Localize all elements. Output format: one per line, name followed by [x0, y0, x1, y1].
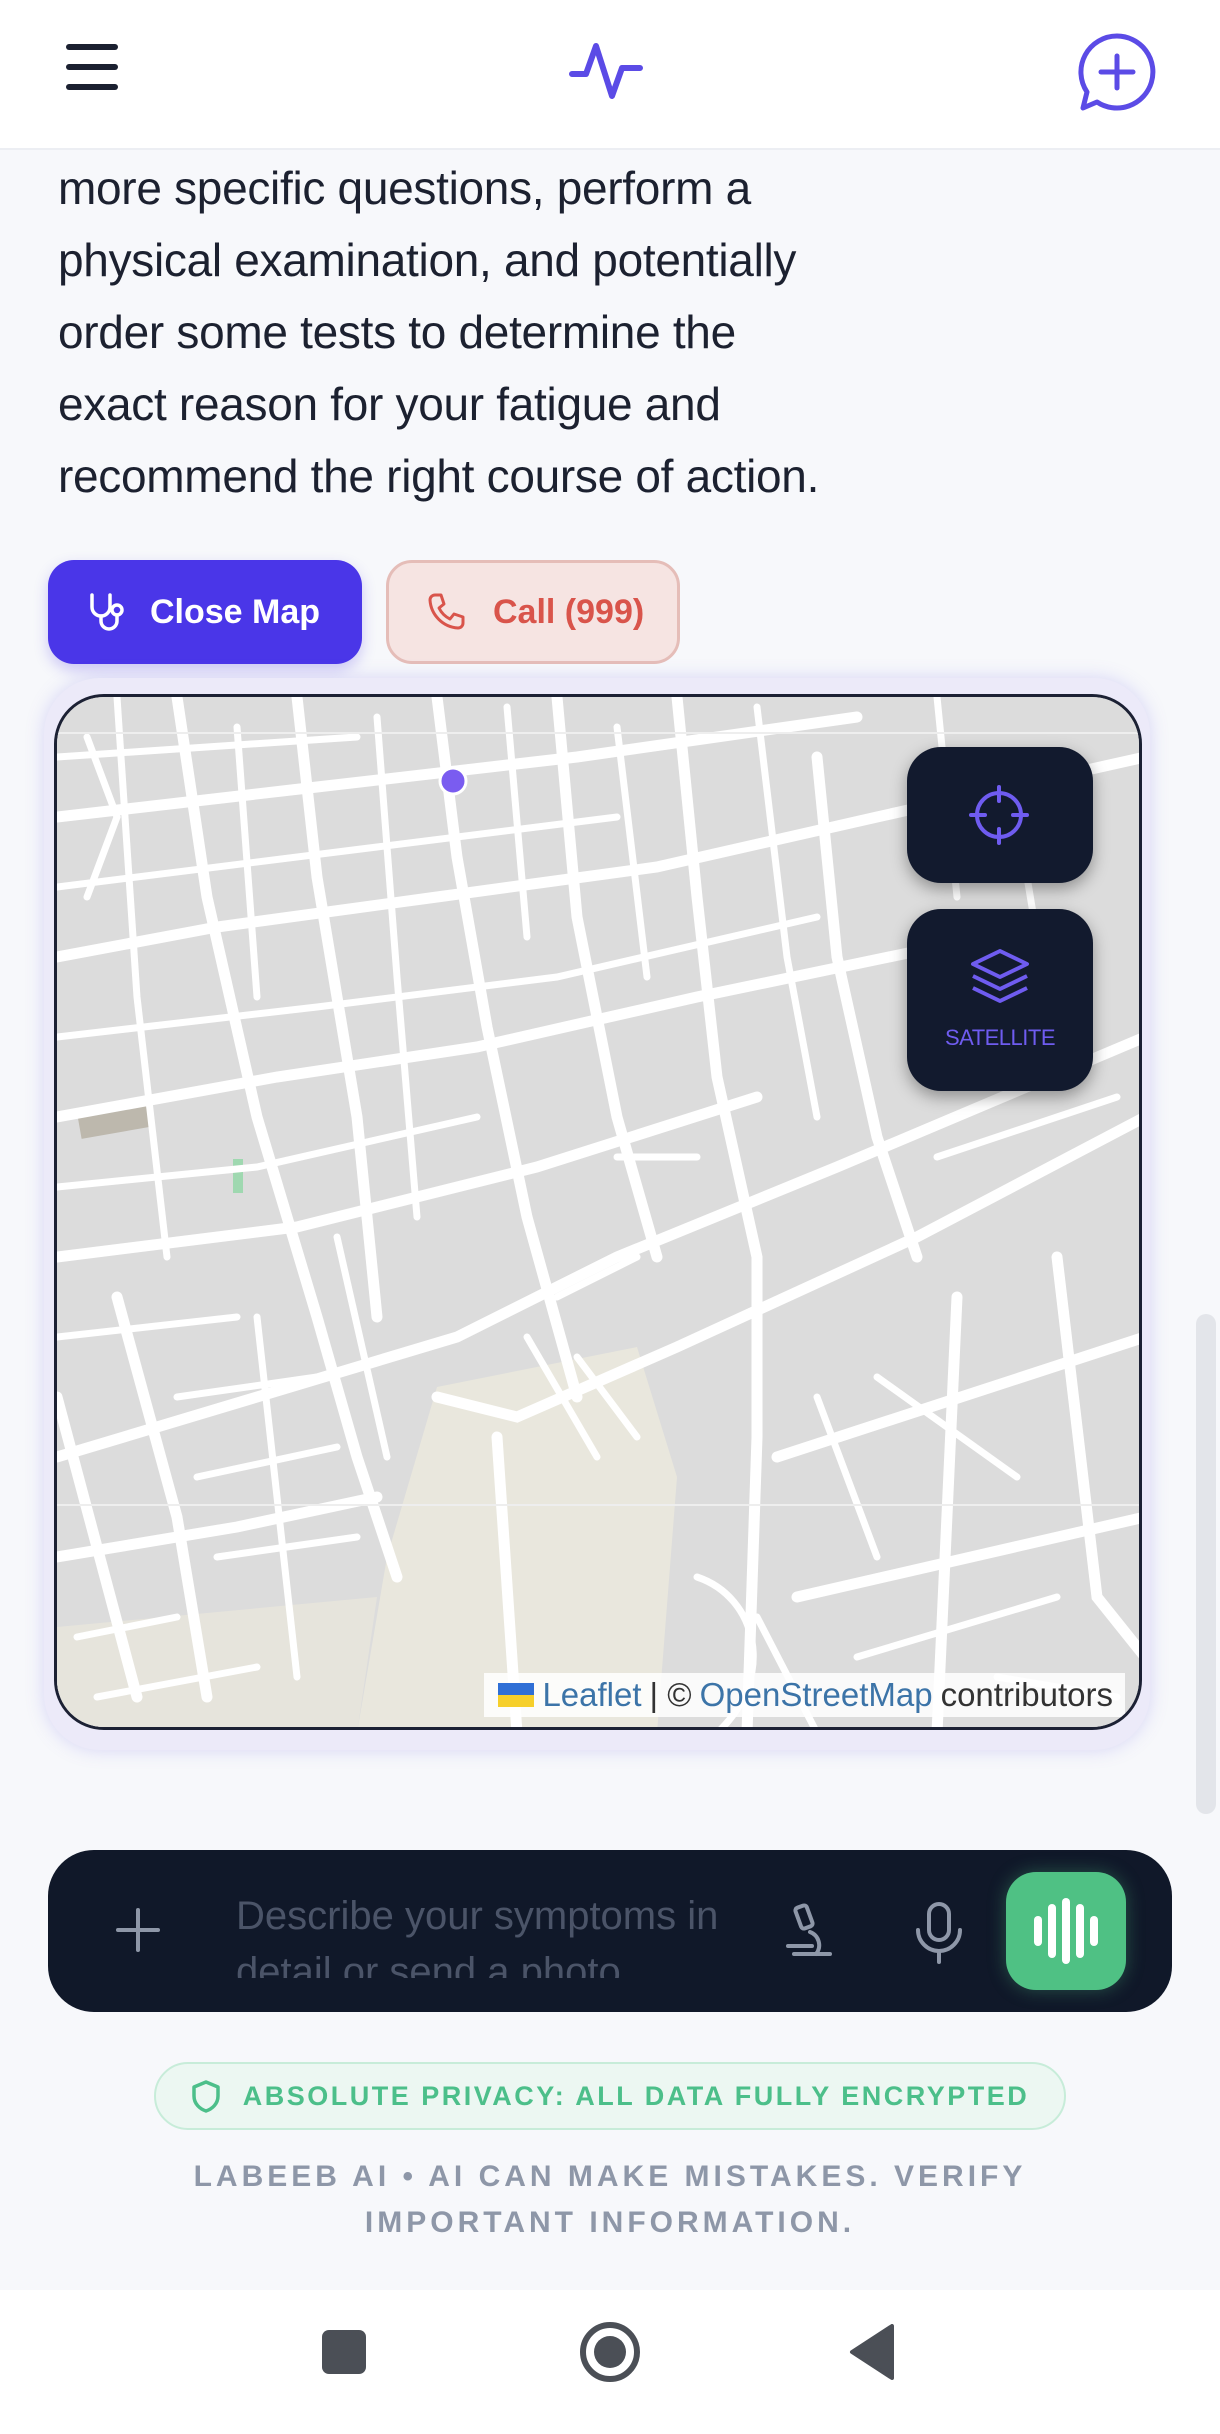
chat-composer: Describe your symptoms in detail or send…	[48, 1850, 1172, 2012]
crosshair-icon	[969, 785, 1029, 845]
privacy-text: ABSOLUTE PRIVACY: ALL DATA FULLY ENCRYPT…	[242, 2080, 1030, 2111]
voice-wave-icon	[1034, 1898, 1098, 1964]
top-bar	[0, 0, 1220, 150]
phone-icon	[428, 593, 465, 630]
map-view[interactable]: SATELLITE Leaflet | © OpenStreetMap cont…	[54, 694, 1142, 1730]
privacy-badge: ABSOLUTE PRIVACY: ALL DATA FULLY ENCRYPT…	[154, 2062, 1066, 2130]
locate-me-button[interactable]	[907, 747, 1093, 883]
message-line: more specific questions, perform a	[58, 162, 751, 214]
attribution-contributors: contributors	[940, 1676, 1113, 1713]
message-line: physical examination, and potentially	[58, 234, 797, 286]
scrollbar[interactable]	[1196, 1314, 1216, 1814]
leaflet-link[interactable]: Leaflet	[542, 1676, 641, 1714]
plus-icon[interactable]	[108, 1900, 168, 1960]
message-line: order some tests to determine the	[58, 306, 736, 358]
assistant-message: more specific questions, perform a physi…	[58, 152, 1078, 512]
chat-plus-icon[interactable]	[1075, 30, 1159, 114]
shield-icon	[191, 2080, 220, 2113]
close-map-label: Close Map	[150, 592, 321, 631]
stethoscope-icon	[90, 593, 124, 631]
recents-icon[interactable]	[322, 2330, 366, 2374]
message-line: exact reason for your fatigue and	[58, 378, 721, 430]
symptom-input[interactable]: Describe your symptoms in detail or send…	[236, 1888, 756, 1978]
microscope-icon[interactable]	[772, 1898, 842, 1968]
close-map-button[interactable]: Close Map	[48, 560, 362, 664]
microphone-icon[interactable]	[904, 1898, 974, 1968]
hamburger-menu-icon[interactable]	[62, 40, 132, 100]
attribution-separator: | ©	[649, 1676, 692, 1713]
openstreetmap-link[interactable]: OpenStreetMap	[700, 1676, 933, 1714]
pulse-icon	[569, 43, 643, 99]
call-label: Call (999)	[493, 592, 645, 631]
ukraine-flag-icon	[498, 1683, 535, 1707]
satellite-label: SATELLITE	[944, 1025, 1056, 1050]
back-icon[interactable]	[848, 2324, 896, 2380]
system-nav-bar	[0, 2290, 1220, 2434]
satellite-toggle-button[interactable]: SATELLITE	[907, 909, 1093, 1091]
map-attribution: Leaflet | © OpenStreetMap contributors	[484, 1673, 1125, 1717]
call-emergency-button[interactable]: Call (999)	[386, 560, 680, 664]
layers-icon	[971, 949, 1029, 1003]
home-icon[interactable]	[578, 2320, 642, 2384]
ai-disclaimer: LABEEB AI • AI CAN MAKE MISTAKES. VERIFY…	[193, 2160, 1027, 2239]
message-line: recommend the right course of action.	[58, 450, 820, 502]
voice-mode-button[interactable]	[1006, 1872, 1126, 1990]
